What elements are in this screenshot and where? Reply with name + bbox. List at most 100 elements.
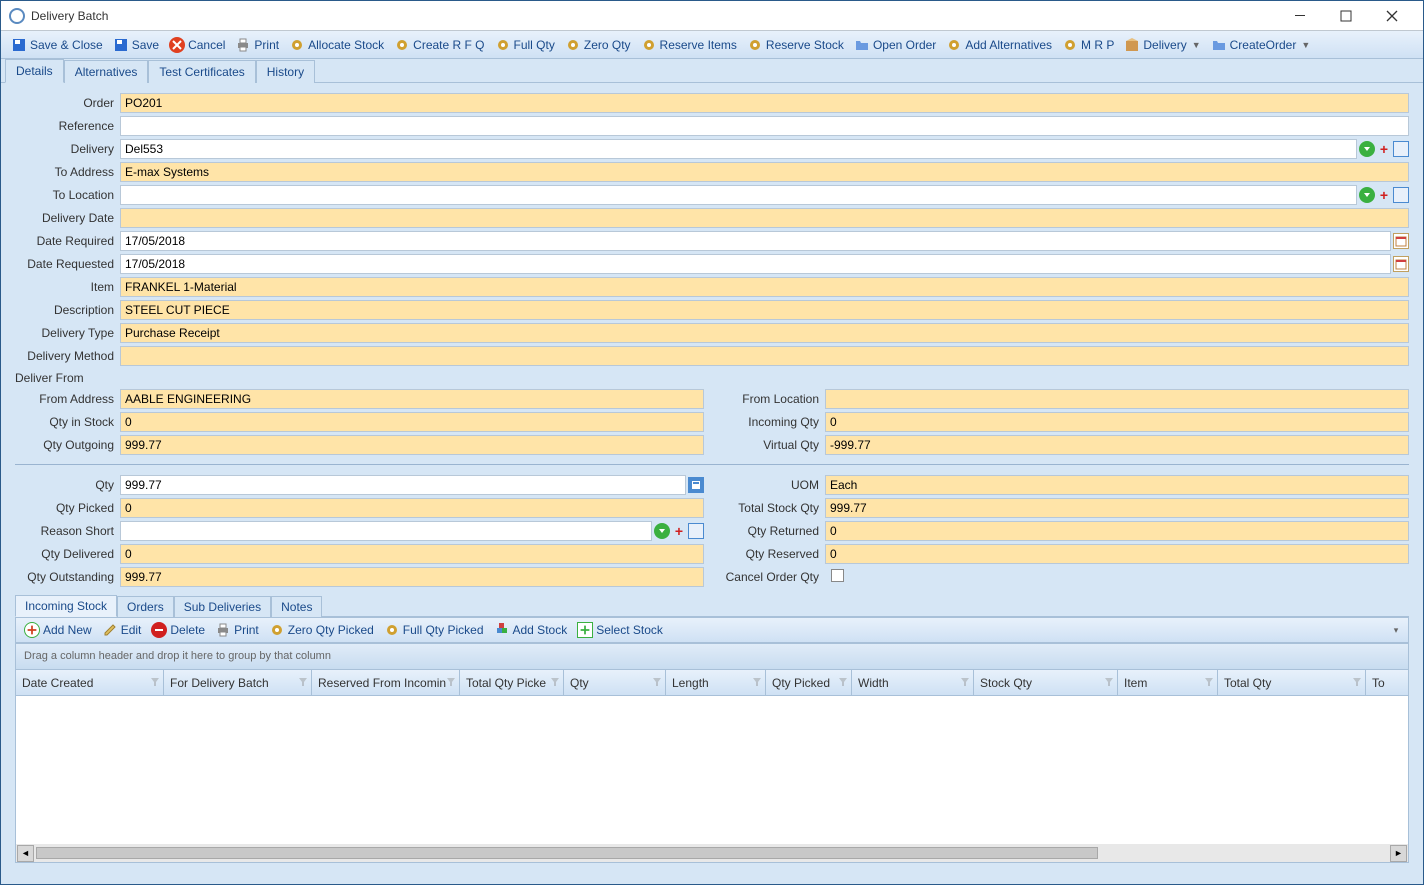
scroll-right-icon[interactable]: ►: [1390, 845, 1407, 862]
filter-icon[interactable]: [960, 676, 970, 690]
filter-icon[interactable]: [446, 676, 456, 690]
field-virtual-qty[interactable]: -999.77: [825, 435, 1409, 455]
toolbar-overflow-icon[interactable]: ▾: [1388, 622, 1404, 638]
open-icon[interactable]: [1393, 187, 1409, 203]
tab-test-certificates[interactable]: Test Certificates: [148, 60, 255, 83]
maximize-button[interactable]: [1323, 1, 1369, 31]
add-stock-button[interactable]: Add Stock: [490, 620, 572, 640]
add-alternatives-button[interactable]: Add Alternatives: [942, 35, 1056, 55]
filter-icon[interactable]: [752, 676, 762, 690]
tab-alternatives[interactable]: Alternatives: [64, 60, 149, 83]
filter-icon[interactable]: [652, 676, 662, 690]
col-date-created[interactable]: Date Created: [16, 670, 164, 695]
col-to[interactable]: To: [1366, 670, 1408, 695]
col-reserved-from[interactable]: Reserved From Incomin: [312, 670, 460, 695]
zero-qty-button[interactable]: Zero Qty: [561, 35, 635, 55]
field-qty-picked[interactable]: 0: [120, 498, 704, 518]
filter-icon[interactable]: [150, 676, 160, 690]
close-button[interactable]: [1369, 1, 1415, 31]
mrp-button[interactable]: M R P: [1058, 35, 1118, 55]
add-icon[interactable]: +: [1376, 187, 1392, 203]
reserve-items-button[interactable]: Reserve Items: [637, 35, 741, 55]
col-total-qty-picked[interactable]: Total Qty Picke: [460, 670, 564, 695]
field-total-stock-qty[interactable]: 999.77: [825, 498, 1409, 518]
add-icon[interactable]: +: [1376, 141, 1392, 157]
field-item[interactable]: FRANKEL 1-Material: [120, 277, 1409, 297]
field-incoming-qty[interactable]: 0: [825, 412, 1409, 432]
cancel-button[interactable]: Cancel: [165, 35, 229, 55]
allocate-stock-button[interactable]: Allocate Stock: [285, 35, 388, 55]
field-reference[interactable]: [120, 116, 1409, 136]
create-rfq-button[interactable]: Create R F Q: [390, 35, 488, 55]
field-qty-outstanding[interactable]: 999.77: [120, 567, 704, 587]
filter-icon[interactable]: [1104, 676, 1114, 690]
field-delivery-method[interactable]: [120, 346, 1409, 366]
col-width[interactable]: Width: [852, 670, 974, 695]
field-order[interactable]: PO201: [120, 93, 1409, 113]
grid-group-hint[interactable]: Drag a column header and drop it here to…: [16, 644, 1408, 670]
field-to-location[interactable]: [120, 185, 1357, 205]
scroll-left-icon[interactable]: ◄: [17, 845, 34, 862]
subtab-orders[interactable]: Orders: [117, 596, 174, 617]
scroll-thumb[interactable]: [36, 847, 1098, 859]
subtab-notes[interactable]: Notes: [271, 596, 322, 617]
filter-icon[interactable]: [550, 676, 560, 690]
filter-icon[interactable]: [1352, 676, 1362, 690]
save-button[interactable]: Save: [109, 35, 163, 55]
lookup-icon[interactable]: [654, 523, 670, 539]
field-uom[interactable]: Each: [825, 475, 1409, 495]
field-qty-delivered[interactable]: 0: [120, 544, 704, 564]
filter-icon[interactable]: [298, 676, 308, 690]
field-from-location[interactable]: [825, 389, 1409, 409]
filter-icon[interactable]: [838, 676, 848, 690]
select-stock-button[interactable]: Select Stock: [573, 620, 667, 640]
col-qty[interactable]: Qty: [564, 670, 666, 695]
sub-print-button[interactable]: Print: [211, 620, 263, 640]
calendar-icon[interactable]: [1393, 256, 1409, 272]
calculator-icon[interactable]: [688, 477, 704, 493]
calendar-icon[interactable]: [1393, 233, 1409, 249]
cancel-order-qty-checkbox[interactable]: [831, 569, 844, 582]
col-for-delivery-batch[interactable]: For Delivery Batch: [164, 670, 312, 695]
open-icon[interactable]: [1393, 141, 1409, 157]
col-total-qty[interactable]: Total Qty: [1218, 670, 1366, 695]
col-stock-qty[interactable]: Stock Qty: [974, 670, 1118, 695]
field-description[interactable]: STEEL CUT PIECE: [120, 300, 1409, 320]
horizontal-scrollbar[interactable]: ◄ ►: [16, 844, 1408, 862]
delivery-dropdown[interactable]: Delivery▼: [1120, 35, 1204, 55]
open-order-button[interactable]: Open Order: [850, 35, 940, 55]
save-close-button[interactable]: Save & Close: [7, 35, 107, 55]
minimize-button[interactable]: [1277, 1, 1323, 31]
full-qty-picked-button[interactable]: Full Qty Picked: [380, 620, 488, 640]
field-date-required[interactable]: 17/05/2018: [120, 231, 1391, 251]
field-reason-short[interactable]: [120, 521, 652, 541]
col-length[interactable]: Length: [666, 670, 766, 695]
lookup-icon[interactable]: [1359, 187, 1375, 203]
filter-icon[interactable]: [1204, 676, 1214, 690]
subtab-incoming-stock[interactable]: Incoming Stock: [15, 595, 117, 617]
field-qty-reserved[interactable]: 0: [825, 544, 1409, 564]
create-order-dropdown[interactable]: CreateOrder▼: [1207, 35, 1315, 55]
grid-body[interactable]: [16, 696, 1408, 844]
col-item[interactable]: Item: [1118, 670, 1218, 695]
subtab-sub-deliveries[interactable]: Sub Deliveries: [174, 596, 271, 617]
reserve-stock-button[interactable]: Reserve Stock: [743, 35, 848, 55]
delete-button[interactable]: Delete: [147, 620, 209, 640]
field-qty-outgoing[interactable]: 999.77: [120, 435, 704, 455]
field-delivery[interactable]: Del553: [120, 139, 1357, 159]
field-qty-in-stock[interactable]: 0: [120, 412, 704, 432]
field-qty[interactable]: 999.77: [120, 475, 686, 495]
lookup-icon[interactable]: [1359, 141, 1375, 157]
field-date-requested[interactable]: 17/05/2018: [120, 254, 1391, 274]
field-delivery-type[interactable]: Purchase Receipt: [120, 323, 1409, 343]
field-to-address[interactable]: E-max Systems: [120, 162, 1409, 182]
full-qty-button[interactable]: Full Qty: [491, 35, 559, 55]
print-button[interactable]: Print: [231, 35, 283, 55]
field-qty-returned[interactable]: 0: [825, 521, 1409, 541]
col-qty-picked[interactable]: Qty Picked: [766, 670, 852, 695]
zero-qty-picked-button[interactable]: Zero Qty Picked: [265, 620, 378, 640]
add-icon[interactable]: +: [671, 523, 687, 539]
tab-history[interactable]: History: [256, 60, 315, 83]
open-icon[interactable]: [688, 523, 704, 539]
add-new-button[interactable]: Add New: [20, 620, 96, 640]
